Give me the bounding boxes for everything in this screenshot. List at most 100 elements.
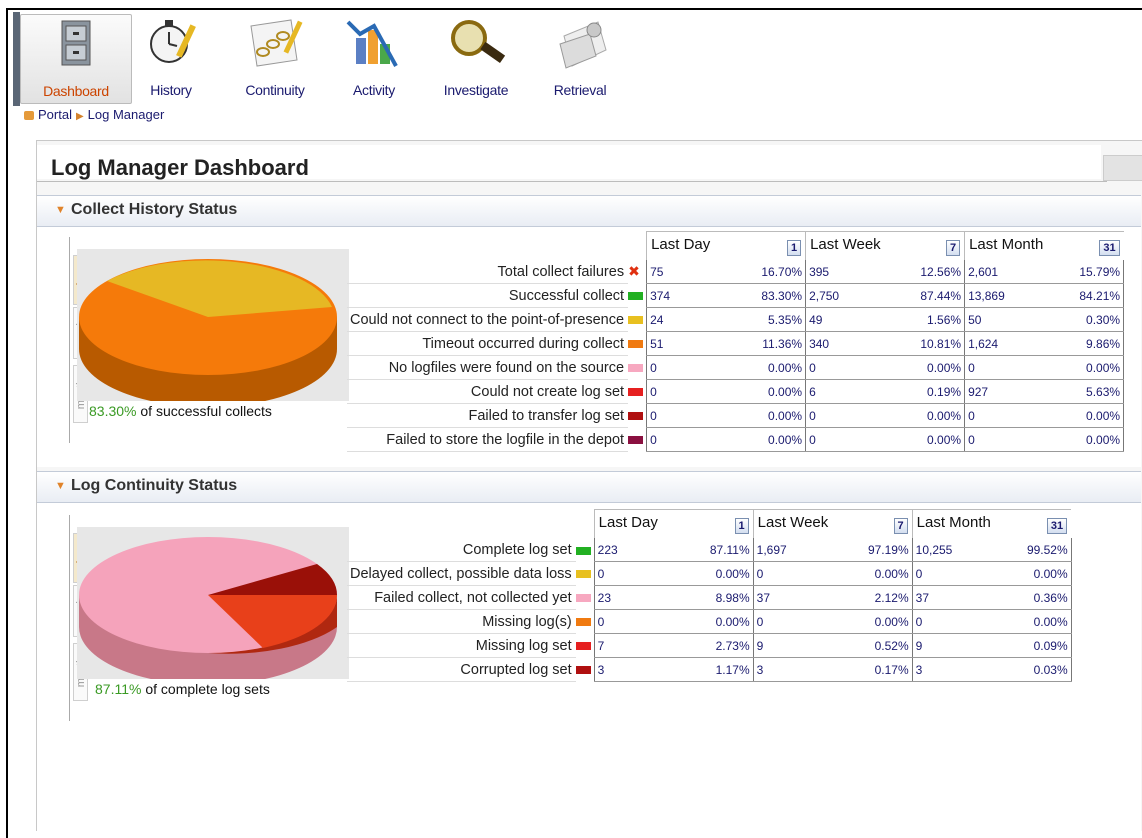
- last-month-percent: 0.30%: [1057, 307, 1125, 332]
- last-month-percent: 0.36%: [1004, 585, 1072, 610]
- collect-pie-caption: 83.30% of successful collects: [89, 403, 272, 419]
- last-month-count: 10,255: [911, 538, 1005, 562]
- last-month-percent: 5.63%: [1057, 379, 1125, 404]
- col-last-month: Last Month 31: [964, 231, 1124, 260]
- calendar-month-icon[interactable]: 31: [1046, 518, 1068, 534]
- row-label: Complete log set: [347, 538, 576, 562]
- calendar-week-icon[interactable]: 7: [945, 240, 961, 256]
- last-day-count: 0: [646, 403, 740, 428]
- row-swatch: [628, 284, 647, 308]
- toolbar-dashboard[interactable]: Dashboard: [20, 14, 132, 104]
- last-day-count: 0: [646, 355, 740, 380]
- row-label: Failed to transfer log set: [347, 403, 629, 428]
- calendar-month-icon[interactable]: 31: [1099, 240, 1120, 256]
- last-month-count: 37: [911, 585, 1005, 610]
- row-label: Failed to store the logfile in the depot: [347, 427, 629, 452]
- last-month-count: 0: [964, 355, 1058, 380]
- title-side-box: [1103, 155, 1142, 181]
- collect-section-body: day week month 83.30% of successful coll…: [37, 227, 1141, 467]
- activity-chart-icon: [346, 20, 398, 67]
- col-last-week: Last Week 7: [752, 509, 913, 538]
- last-week-percent: 97.19%: [845, 538, 913, 562]
- chart-bracket: [69, 515, 70, 721]
- last-day-count: 374: [646, 283, 740, 308]
- last-week-percent: 0.00%: [845, 561, 913, 586]
- last-day-percent: 0.00%: [686, 561, 754, 586]
- breadcrumb-separator-icon: ▶: [75, 111, 84, 122]
- row-swatch: [628, 356, 647, 380]
- last-day-count: 0: [646, 427, 740, 452]
- last-week-count: 1,697: [752, 538, 846, 562]
- last-day-percent: 2.73%: [686, 633, 754, 658]
- last-month-percent: 0.00%: [1057, 355, 1125, 380]
- toolbar-dashboard-label: Dashboard: [43, 83, 109, 99]
- col-last-day: Last Day 1: [593, 509, 754, 538]
- last-week-count: 340: [805, 331, 899, 356]
- row-swatch: [628, 404, 647, 428]
- collect-pie-svg: [79, 259, 337, 407]
- collect-section-header[interactable]: ▼ Collect History Status: [37, 195, 1141, 227]
- toolbar-history[interactable]: History: [136, 14, 206, 102]
- last-week-percent: 12.56%: [898, 260, 966, 284]
- failure-x-icon: ✖: [628, 263, 640, 280]
- legend-swatch-icon: [628, 292, 644, 301]
- continuity-section-title: Log Continuity Status: [71, 477, 238, 494]
- legend-swatch-icon: [628, 388, 644, 397]
- continuity-pie-chart: [77, 527, 349, 685]
- row-label: Missing log set: [347, 633, 576, 658]
- last-day-count: 223: [593, 538, 687, 562]
- last-month-count: 0: [964, 427, 1058, 452]
- page-title: Log Manager Dashboard: [51, 155, 309, 180]
- row-swatch: [628, 380, 647, 404]
- row-label: Total collect failures: [347, 260, 629, 284]
- calendar-day-icon[interactable]: 1: [734, 518, 749, 534]
- breadcrumb-current[interactable]: Log Manager: [88, 107, 165, 122]
- last-month-count: 1,624: [964, 331, 1058, 356]
- last-week-percent: 0.00%: [845, 609, 913, 634]
- continuity-pie-svg: [79, 537, 338, 685]
- last-day-count: 75: [646, 260, 740, 284]
- table-row: Failed collect, not collected yet 23 8.98%…: [347, 585, 1072, 610]
- collect-caption-pct: 83.30%: [89, 403, 137, 419]
- table-row: Could not create log set 0 0.00% 6 0.19% 927 5…: [347, 379, 1125, 404]
- row-swatch: [575, 634, 595, 658]
- last-day-percent: 8.98%: [686, 585, 754, 610]
- table-row: Successful collect 374 83.30% 2,750 87.44% 13…: [347, 283, 1125, 308]
- last-day-percent: 11.36%: [739, 331, 807, 356]
- legend-swatch-icon: [628, 316, 644, 325]
- breadcrumb-portal[interactable]: Portal: [38, 107, 72, 122]
- row-label: No logfiles were found on the source: [347, 355, 629, 380]
- calendar-week-icon[interactable]: 7: [893, 518, 908, 534]
- last-month-percent: 84.21%: [1057, 283, 1125, 308]
- last-month-count: 2,601: [964, 260, 1058, 284]
- table-row: Corrupted log set 3 1.17% 3 0.17% 3 0.03%: [347, 657, 1072, 682]
- toolbar-continuity[interactable]: Continuity: [228, 14, 322, 102]
- continuity-chain-icon: [250, 19, 303, 67]
- last-week-percent: 0.19%: [898, 379, 966, 404]
- toolbar-investigate[interactable]: Investigate: [426, 14, 526, 102]
- last-week-count: 37: [752, 585, 846, 610]
- legend-swatch-icon: [575, 642, 591, 651]
- col-last-month-label: Last Month: [969, 236, 1044, 253]
- last-month-count: 0: [911, 609, 1005, 634]
- last-month-count: 13,869: [964, 283, 1058, 308]
- legend-swatch-icon: [575, 666, 591, 675]
- continuity-caption-text: of complete log sets: [141, 681, 270, 697]
- legend-swatch-icon: [575, 570, 591, 579]
- last-day-percent: 0.00%: [739, 403, 807, 428]
- last-month-count: 3: [911, 657, 1005, 682]
- row-label: Delayed collect, possible data loss: [347, 561, 576, 586]
- continuity-section-header[interactable]: ▼ Log Continuity Status: [37, 471, 1141, 503]
- toolbar-activity[interactable]: Activity: [338, 14, 410, 102]
- row-swatch: [575, 610, 595, 634]
- toolbar-continuity-label: Continuity: [245, 82, 305, 98]
- row-label: Successful collect: [347, 283, 629, 308]
- legend-swatch-icon: [575, 618, 591, 627]
- last-month-percent: 0.03%: [1004, 657, 1072, 682]
- legend-swatch-icon: [628, 412, 644, 421]
- row-label: Timeout occurred during collect: [347, 331, 629, 356]
- calendar-day-icon[interactable]: 1: [786, 240, 802, 256]
- last-day-count: 51: [646, 331, 740, 356]
- last-day-percent: 5.35%: [739, 307, 807, 332]
- toolbar-retrieval[interactable]: Retrieval: [536, 14, 624, 102]
